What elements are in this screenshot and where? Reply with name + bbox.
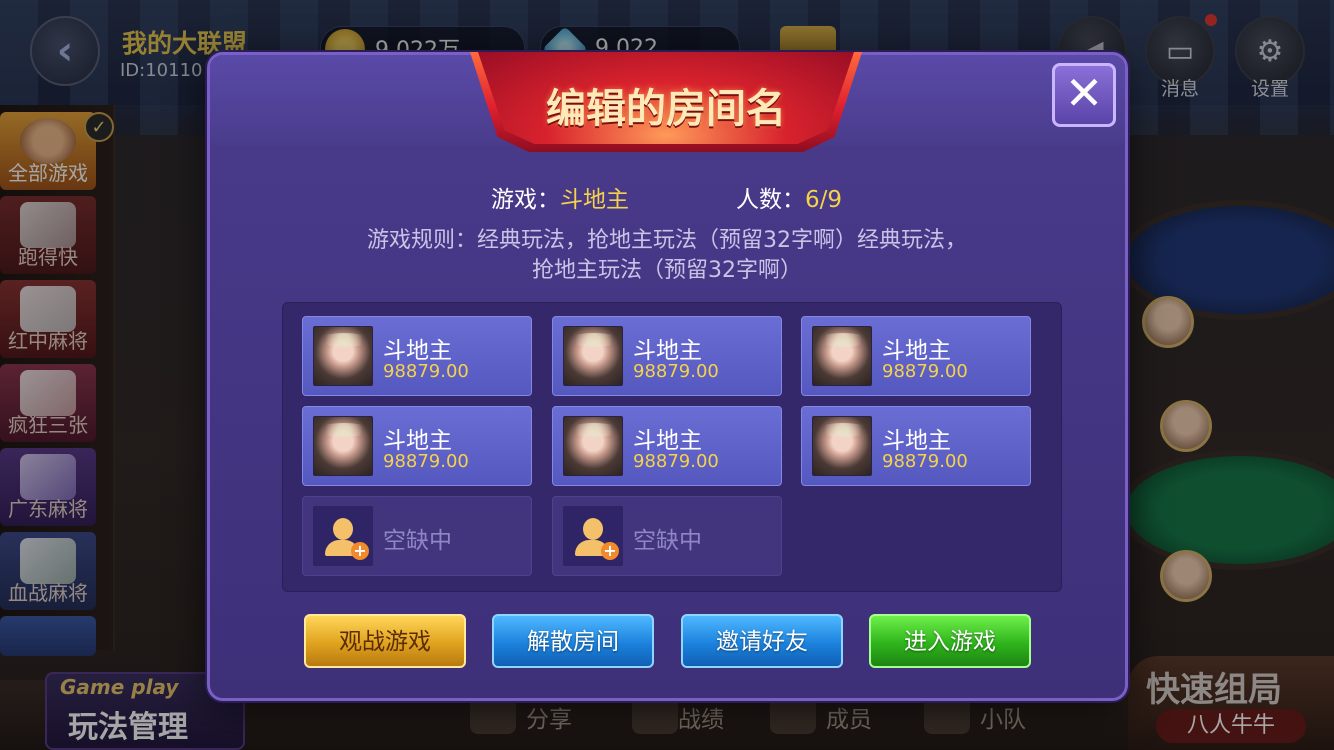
avatar [812,326,872,386]
avatar [313,416,373,476]
empty-seat-label: 空缺中 [633,528,702,554]
player-name: 斗地主 [882,428,951,454]
game-info: 游戏：斗地主 [491,180,629,214]
player-seat[interactable]: 斗地主 98879.00 [552,316,782,396]
rules-line-1: 游戏规则：经典玩法，抢地主玩法（预留32字啊）经典玩法， [367,228,967,253]
game-label: 游戏： [491,187,560,213]
players-value: 6/9 [805,187,843,213]
spectate-button[interactable]: 观战游戏 [304,614,466,668]
players-label: 人数： [736,187,805,213]
player-name: 斗地主 [383,428,452,454]
empty-seat[interactable]: + 空缺中 [552,496,782,576]
game-rules: 游戏规则：经典玩法，抢地主玩法（预留32字啊）经典玩法， 抢地主玩法（预留32字… [300,226,1034,286]
avatar [563,326,623,386]
avatar [313,326,373,386]
player-seat[interactable]: 斗地主 98879.00 [801,406,1031,486]
player-name: 斗地主 [633,428,702,454]
add-user-icon: + [313,506,373,566]
players-info: 人数：6/9 [736,180,842,214]
player-name: 斗地主 [633,338,702,364]
player-score: 98879.00 [882,451,968,472]
game-value: 斗地主 [560,187,629,213]
rules-line-2: 抢地主玩法（预留32字啊） [532,258,802,283]
player-seat[interactable]: 斗地主 98879.00 [302,406,532,486]
player-seat[interactable]: 斗地主 98879.00 [302,316,532,396]
empty-seat-label: 空缺中 [383,528,452,554]
empty-seat[interactable]: + 空缺中 [302,496,532,576]
player-score: 98879.00 [882,361,968,382]
invite-friends-button[interactable]: 邀请好友 [681,614,843,668]
dissolve-room-button[interactable]: 解散房间 [492,614,654,668]
player-name: 斗地主 [383,338,452,364]
dialog-title: 编辑的房间名 [546,86,786,132]
close-button[interactable]: ✕ [1052,63,1116,127]
player-score: 98879.00 [383,451,469,472]
player-score: 98879.00 [383,361,469,382]
close-icon: ✕ [1064,66,1104,120]
player-seat[interactable]: 斗地主 98879.00 [801,316,1031,396]
enter-game-button[interactable]: 进入游戏 [869,614,1031,668]
avatar [563,416,623,476]
player-score: 98879.00 [633,361,719,382]
player-score: 98879.00 [633,451,719,472]
player-seat[interactable]: 斗地主 98879.00 [552,406,782,486]
player-name: 斗地主 [882,338,951,364]
add-user-icon: + [563,506,623,566]
avatar [812,416,872,476]
